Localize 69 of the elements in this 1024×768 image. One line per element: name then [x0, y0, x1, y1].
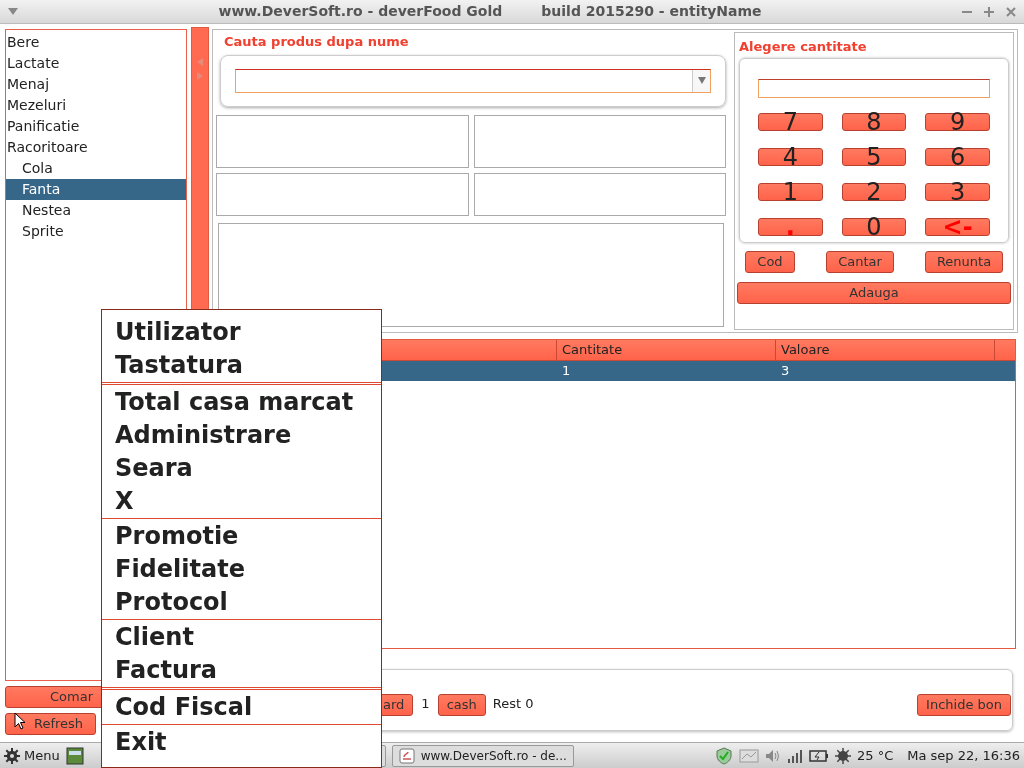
start-menu-button[interactable]: Menu [4, 745, 60, 766]
desktop-icon[interactable] [65, 746, 84, 765]
menu-item[interactable]: Exit [102, 726, 381, 759]
numpad-key[interactable]: 0 [841, 217, 907, 236]
category-item[interactable]: Fanta [6, 179, 186, 200]
battery-icon [809, 748, 829, 763]
action-button[interactable]: Renunta [925, 250, 1003, 273]
clock-text: Ma sep 22, 16:36 [907, 746, 1020, 765]
volume-icon [765, 748, 781, 763]
add-button[interactable]: Adauga [737, 281, 1011, 304]
quantity-label: Alegere cantitate [739, 38, 868, 56]
count-text: 1 [421, 694, 430, 713]
table-cell-text: 1 [561, 362, 572, 380]
close-icon [1006, 6, 1016, 17]
category-item[interactable]: Lactate [6, 53, 186, 74]
splitter-arrows-icon [197, 58, 203, 82]
category-item[interactable]: Racoritoare [6, 137, 186, 158]
category-item[interactable]: Sprite [6, 221, 186, 242]
menu-item[interactable]: Fidelitate [102, 553, 381, 586]
menu-item[interactable]: Administrare [102, 419, 381, 452]
menu-item[interactable]: Protocol [102, 586, 381, 619]
category-item[interactable]: Nestea [6, 200, 186, 221]
numpad-key[interactable]: 6 [925, 147, 990, 166]
quantity-field[interactable] [758, 78, 990, 98]
category-item[interactable]: Cola [6, 158, 186, 179]
window-title: www.DeverSoft.ro - deverFood Gold build 2015290 - entityName [217, 2, 763, 21]
action-button[interactable]: Cod [745, 250, 795, 273]
numpad-key[interactable]: 1 [758, 182, 823, 201]
numpad-key[interactable]: 4 [758, 147, 823, 166]
table-cell-text: 3 [780, 362, 791, 380]
signal-icon [787, 748, 803, 763]
numpad-key[interactable]: 8 [841, 112, 907, 131]
category-item[interactable]: Panificatie [6, 116, 186, 137]
cash-button[interactable]: cash [437, 694, 486, 716]
rest-text: Rest 0 [492, 694, 535, 713]
menu-item[interactable]: Client [102, 621, 381, 654]
numpad-key[interactable]: 3 [925, 182, 990, 201]
monitor-icon [739, 748, 759, 763]
column-header[interactable]: Valoare [776, 340, 995, 360]
taskbar-window-button[interactable]: www.DeverSoft.ro - de... [391, 744, 574, 767]
dropdown-button[interactable] [692, 69, 710, 92]
numpad-key[interactable]: 2 [841, 182, 907, 201]
mouse-pointer-icon [14, 712, 26, 730]
search-label: Cauta produs dupa nume [224, 33, 410, 51]
numpad-key[interactable]: 9 [925, 112, 990, 131]
caret-icon [697, 77, 706, 84]
category-item[interactable]: Menaj [6, 74, 186, 95]
menu-item[interactable]: Seara [102, 452, 381, 485]
action-button[interactable]: Cantar [826, 250, 894, 273]
sun-icon [835, 747, 851, 764]
shield-icon [715, 746, 733, 765]
column-header[interactable]: Cantitate [557, 340, 776, 360]
menu-item[interactable]: Utilizator [102, 316, 381, 349]
menu-item[interactable]: Total casa marcat [102, 386, 381, 419]
close-receipt-button[interactable]: Inchide bon [917, 694, 1011, 716]
numpad-key[interactable]: 5 [841, 147, 907, 166]
gear-icon [4, 747, 20, 764]
category-item[interactable]: Mezeluri [6, 95, 186, 116]
window-menu-icon [8, 7, 18, 16]
category-item[interactable]: Bere [6, 32, 186, 53]
menu-item[interactable]: Factura [102, 654, 381, 687]
menu-item[interactable]: Promotie [102, 520, 381, 553]
temperature-text: 25 °C [857, 746, 894, 765]
numpad-key[interactable]: 7 [758, 112, 823, 131]
search-combo-field[interactable] [235, 68, 711, 93]
app-icon [398, 747, 415, 764]
refresh-button[interactable]: Refresh [5, 713, 96, 735]
maximize-icon [984, 6, 994, 17]
menu-item[interactable]: X [102, 485, 381, 518]
